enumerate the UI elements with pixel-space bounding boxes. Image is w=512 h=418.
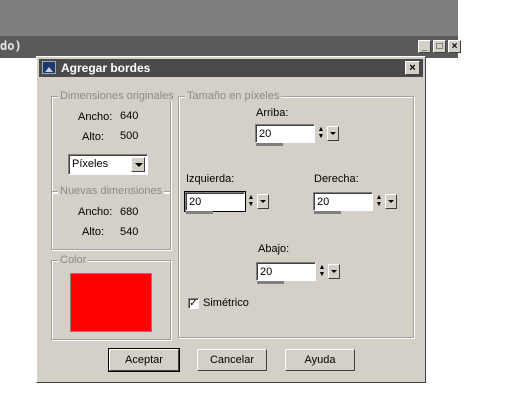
top-spinner[interactable]: 20 ▲ ▼ bbox=[255, 124, 340, 146]
size-group: Tamaño en píxeles Arriba: 20 ▲ ▼ Izquierd… bbox=[178, 90, 414, 338]
symmetric-checkbox[interactable]: ✓ bbox=[188, 298, 199, 309]
dialog-titlebar[interactable]: Agregar bordes × bbox=[39, 59, 423, 77]
bottom-input-value: 20 bbox=[260, 266, 273, 278]
original-dimensions-legend: Dimensiones originales bbox=[58, 90, 176, 102]
dialog-close-button[interactable]: × bbox=[405, 61, 420, 75]
cancel-button[interactable]: Cancelar bbox=[197, 349, 267, 371]
top-slider-bar[interactable] bbox=[256, 143, 283, 146]
right-slider-bar[interactable] bbox=[314, 211, 341, 214]
right-spinner[interactable]: 20 ▲ ▼ bbox=[313, 192, 398, 214]
left-input-value: 20 bbox=[189, 196, 202, 208]
border-color-swatch[interactable] bbox=[70, 273, 152, 332]
right-input-value: 20 bbox=[317, 196, 330, 208]
new-height-value: 540 bbox=[120, 226, 139, 238]
right-label: Derecha: bbox=[314, 173, 359, 185]
color-group: Color bbox=[51, 254, 171, 340]
background-window-controls: _ □ × bbox=[418, 40, 461, 53]
top-updown-arrows[interactable]: ▲ ▼ bbox=[316, 126, 326, 141]
right-updown-arrows[interactable]: ▲ ▼ bbox=[374, 194, 384, 209]
maximize-button[interactable]: □ bbox=[433, 40, 446, 53]
background-titlebar bbox=[0, 36, 458, 58]
ok-button[interactable]: Aceptar bbox=[108, 348, 180, 372]
new-dimensions-legend: Nuevas dimensiones bbox=[58, 185, 165, 197]
left-spinner[interactable]: 20 ▲ ▼ bbox=[184, 191, 270, 214]
dialog-title: Agregar bordes bbox=[61, 61, 151, 75]
bottom-updown-arrows[interactable]: ▲ ▼ bbox=[317, 264, 327, 279]
unit-select-value: Píxeles bbox=[72, 158, 109, 170]
right-input[interactable]: 20 bbox=[313, 192, 373, 211]
original-height-value: 500 bbox=[120, 130, 139, 142]
background-window-title: do) bbox=[0, 39, 22, 53]
top-label: Arriba: bbox=[256, 107, 289, 119]
bottom-slider-bar[interactable] bbox=[257, 281, 284, 284]
original-dimensions-group: Dimensiones originales Ancho: 640 Alto: … bbox=[51, 90, 176, 193]
left-input[interactable]: 20 bbox=[184, 191, 246, 212]
original-height-label: Alto: bbox=[82, 131, 105, 143]
bottom-dropdown-button[interactable] bbox=[328, 264, 340, 279]
size-legend: Tamaño en píxeles bbox=[185, 90, 282, 102]
app-icon bbox=[42, 61, 56, 74]
bottom-spinner[interactable]: 20 ▲ ▼ bbox=[256, 262, 341, 284]
new-dimensions-group: Nuevas dimensiones Ancho: 680 Alto: 540 bbox=[51, 185, 171, 250]
close-button[interactable]: × bbox=[448, 40, 461, 53]
original-width-label: Ancho: bbox=[78, 111, 113, 123]
check-icon: ✓ bbox=[189, 298, 198, 309]
color-legend: Color bbox=[58, 254, 89, 266]
add-borders-dialog: Agregar bordes × Dimensiones originales … bbox=[36, 56, 426, 383]
bottom-label: Abajo: bbox=[258, 243, 290, 255]
symmetric-label[interactable]: Simétrico bbox=[203, 297, 249, 309]
chevron-down-icon[interactable] bbox=[131, 157, 145, 172]
top-dropdown-button[interactable] bbox=[327, 126, 339, 141]
background-app-area bbox=[0, 0, 458, 36]
top-input[interactable]: 20 bbox=[255, 124, 315, 143]
original-width-value: 640 bbox=[120, 110, 139, 122]
top-input-value: 20 bbox=[259, 128, 272, 140]
left-slider-bar[interactable] bbox=[186, 211, 213, 214]
left-label: Izquierda: bbox=[186, 173, 235, 185]
left-updown-arrows[interactable]: ▲ ▼ bbox=[246, 194, 256, 209]
bottom-input[interactable]: 20 bbox=[256, 262, 316, 281]
new-height-label: Alto: bbox=[82, 226, 105, 238]
minimize-button[interactable]: _ bbox=[418, 40, 431, 53]
left-dropdown-button[interactable] bbox=[257, 194, 269, 209]
right-dropdown-button[interactable] bbox=[385, 194, 397, 209]
new-width-label: Ancho: bbox=[78, 206, 113, 218]
unit-select[interactable]: Píxeles bbox=[68, 154, 148, 175]
new-width-value: 680 bbox=[120, 206, 139, 218]
help-button[interactable]: Ayuda bbox=[285, 349, 355, 371]
